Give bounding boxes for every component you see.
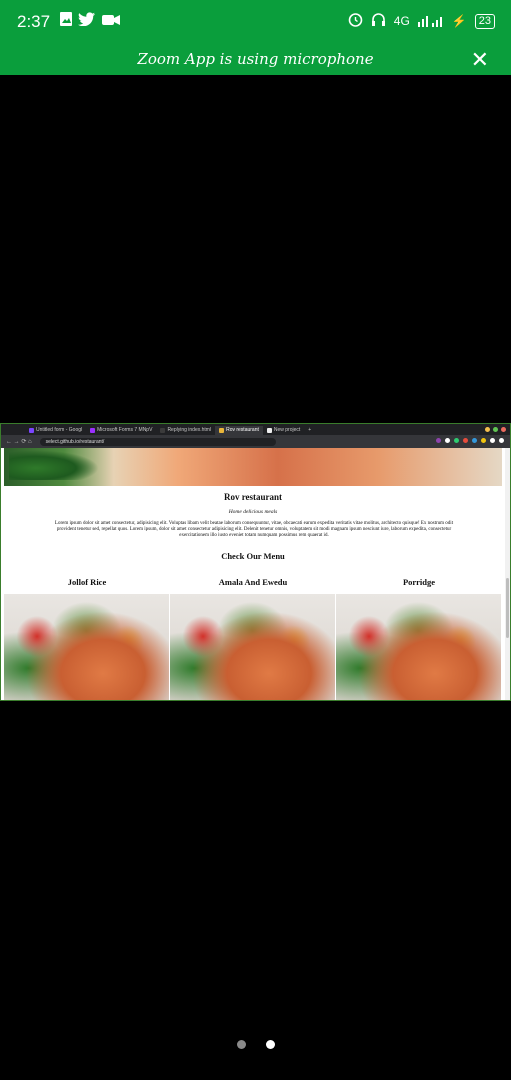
- dish-name: Jollof Rice: [67, 577, 107, 587]
- battery-level: 23: [474, 13, 495, 29]
- twitter-icon: [78, 12, 96, 31]
- headset-icon: [371, 12, 386, 30]
- page-dot-active[interactable]: [265, 1040, 275, 1049]
- shared-screen: Untitled form - Googl Microsoft Forms 7 …: [0, 423, 511, 701]
- site-title: Rov restaurant: [223, 492, 283, 502]
- hero-image: [4, 448, 502, 486]
- extensions-icon[interactable]: [436, 438, 504, 443]
- browser-tab-active[interactable]: Rov restaurant: [215, 425, 263, 435]
- favicon-icon: [160, 427, 166, 433]
- site-description: Lorem ipsum dolor sit amet consectetur, …: [54, 521, 454, 538]
- favicon-icon: [219, 427, 225, 433]
- menu-heading: Check Our Menu: [221, 551, 285, 561]
- dish-image: [336, 594, 501, 700]
- dish-name: Amala And Ewedu: [218, 577, 288, 587]
- site-tagline: Home delicious meals: [228, 509, 278, 515]
- back-forward-reload-icon[interactable]: ← → ⟳ ⌂: [6, 438, 32, 445]
- new-tab-button[interactable]: +: [304, 426, 315, 435]
- favicon-icon: [266, 427, 272, 433]
- page-dot[interactable]: [236, 1040, 246, 1049]
- signal-icon: [417, 13, 444, 30]
- gallery-icon: [60, 12, 72, 31]
- browser-tab-strip: Untitled form - Googl Microsoft Forms 7 …: [1, 424, 510, 435]
- clock: 2:37: [17, 12, 51, 31]
- video-camera-icon: [102, 13, 120, 31]
- page-scrollbar[interactable]: [505, 448, 510, 700]
- browser-tab[interactable]: Replying index.html: [156, 426, 215, 435]
- status-bar: 2:37 4G ⚡ 23: [0, 0, 511, 44]
- dish-name: Porridge: [402, 577, 436, 587]
- alarm-icon: [348, 12, 363, 30]
- favicon-icon: [29, 427, 34, 433]
- page-indicator: [0, 1040, 511, 1049]
- favicon-icon: [90, 427, 96, 433]
- network-type: 4G: [393, 14, 410, 28]
- url-field[interactable]: select.github.io/restaurant/: [39, 437, 276, 446]
- browser-tab[interactable]: New project: [263, 426, 304, 435]
- browser-tab[interactable]: Microsoft Forms 7 MNpV: [86, 426, 156, 435]
- zoom-microphone-notice[interactable]: Zoom App is using microphone: [0, 50, 511, 68]
- charging-icon: ⚡: [451, 14, 467, 28]
- address-bar: ← → ⟳ ⌂ select.github.io/restaurant/: [1, 435, 510, 448]
- window-controls[interactable]: [485, 427, 506, 432]
- close-icon[interactable]: ✕: [471, 49, 489, 71]
- dish-image: [4, 594, 169, 700]
- notification-bar: 2:37 4G ⚡ 23 Zoom App is using microphon…: [0, 0, 511, 75]
- dish-image: [170, 594, 335, 700]
- website-viewport: Rov restaurant Home delicious meals Lore…: [4, 448, 502, 700]
- browser-tab[interactable]: Untitled form - Googl: [25, 426, 86, 435]
